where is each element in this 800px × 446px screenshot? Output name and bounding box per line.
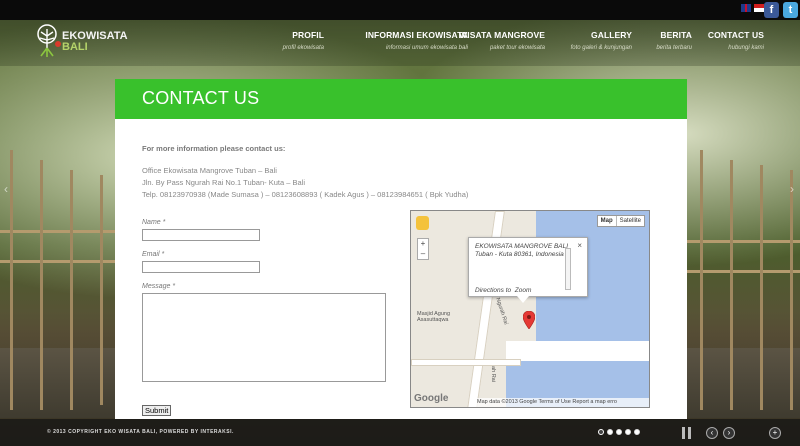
mosque-label: Masjid Agung Asasuttaqwa: [417, 311, 451, 323]
name-label: Name *: [142, 219, 166, 226]
email-field[interactable]: [142, 261, 260, 273]
prev-button[interactable]: ‹: [706, 427, 718, 439]
expand-button[interactable]: +: [769, 427, 781, 439]
office-name: Office Ekowisata Mangrove Tuban – Bali: [142, 166, 277, 175]
logo-line2: BALI: [62, 41, 88, 53]
road-label-2: ah Rai: [489, 366, 496, 382]
nav-informasi-sub: informasi umum ekowisata bali: [385, 45, 468, 51]
nav-profil-title: PROFIL: [292, 30, 324, 40]
slider-dots: [598, 429, 640, 435]
office-address: Jln. By Pass Ngurah Rai No.1 Tuban- Kuta…: [142, 178, 306, 187]
info-place-address: Tuban - Kuta 80361, Indonesia: [475, 251, 564, 258]
nav-contact-title: CONTACT US: [707, 30, 764, 40]
directions-link[interactable]: Directions to: [475, 287, 511, 294]
contact-heading: For more information please contact us:: [142, 144, 286, 153]
slider-dot[interactable]: [598, 429, 604, 435]
info-place-name: EKOWISATA MANGROVE BALI: [475, 243, 569, 250]
main-header: EKOWISATA BALI PROFIL profil ekowisata I…: [0, 20, 800, 66]
location-map[interactable]: + – Map Satellite Masjid Agung Asasuttaq…: [410, 210, 650, 408]
nav-wisata-sub: paket tour ekowisata: [489, 45, 545, 51]
page-title: CONTACT US: [142, 88, 260, 108]
message-label: Message *: [142, 283, 176, 290]
map-road-2: [411, 359, 521, 366]
nav-informasi-ekowisata[interactable]: INFORMASI EKOWISATA informasi umum ekowi…: [365, 30, 468, 51]
slider-dot[interactable]: [634, 429, 640, 435]
copyright-text: © 2013 COPYRIGHT EKO WISATA BALI, POWERE…: [47, 429, 234, 435]
zoom-control: + –: [417, 238, 429, 260]
nav-contact-us[interactable]: CONTACT US hubungi kami: [708, 30, 764, 51]
uk-flag-icon[interactable]: [741, 4, 751, 12]
name-field[interactable]: [142, 229, 260, 241]
twitter-icon[interactable]: t: [783, 2, 798, 18]
slider-dot[interactable]: [616, 429, 622, 435]
slider-prev-arrow-icon[interactable]: ‹: [4, 182, 8, 196]
contact-info: For more information please contact us: …: [142, 143, 468, 201]
info-scrollbar[interactable]: [565, 248, 571, 290]
submit-button[interactable]: Submit: [142, 405, 172, 416]
map-type-satellite-button[interactable]: Satellite: [617, 216, 644, 226]
map-marker-icon[interactable]: [523, 311, 535, 329]
nav-profil-sub: profil ekowisata: [282, 45, 324, 51]
office-telp: Telp. 08123970938 (Made Sumasa ) – 08123…: [142, 190, 469, 199]
zoom-in-button[interactable]: +: [418, 239, 428, 249]
nav-gallery[interactable]: GALLERY foto galeri & kunjungan: [571, 30, 632, 51]
nav-wisata-title: WISATA MANGROVE: [459, 30, 545, 40]
email-label: Email *: [142, 251, 165, 258]
contact-form: Name * Email * Message *: [142, 219, 392, 382]
info-links: Directions to Zoom: [475, 287, 531, 294]
map-pier: [506, 341, 649, 361]
info-window-text: EKOWISATA MANGROVE BALI Tuban - Kuta 803…: [475, 243, 575, 259]
pause-icon[interactable]: [682, 427, 692, 439]
facebook-icon[interactable]: f: [764, 2, 779, 18]
site-logo[interactable]: EKOWISATA BALI: [32, 22, 132, 64]
map-type-map-button[interactable]: Map: [598, 216, 617, 226]
map-info-window: EKOWISATA MANGROVE BALI Tuban - Kuta 803…: [468, 237, 588, 303]
slider-dot[interactable]: [625, 429, 631, 435]
close-icon[interactable]: ×: [577, 241, 582, 250]
nav-berita-sub: berita terbaru: [656, 45, 692, 51]
nav-contact-sub: hubungi kami: [728, 45, 764, 51]
zoom-out-button[interactable]: –: [418, 249, 428, 259]
contact-card: For more information please contact us: …: [115, 119, 687, 419]
nav-gallery-title: GALLERY: [591, 30, 632, 40]
top-bar: f t: [0, 0, 800, 20]
slider-dot[interactable]: [607, 429, 613, 435]
map-footer: Map data ©2013 Google Terms of Use Repor…: [473, 398, 649, 407]
next-button[interactable]: ›: [723, 427, 735, 439]
site-footer: © 2013 COPYRIGHT EKO WISATA BALI, POWERE…: [0, 419, 800, 446]
mangrove-tree-icon: [37, 24, 61, 57]
nav-wisata-mangrove[interactable]: WISATA MANGROVE paket tour ekowisata: [459, 30, 545, 51]
nav-berita-title: BERITA: [660, 30, 692, 40]
indonesia-flag-icon[interactable]: [754, 4, 764, 12]
slider-next-arrow-icon[interactable]: ›: [790, 182, 794, 196]
pegman-icon[interactable]: [416, 216, 429, 230]
zoom-link[interactable]: Zoom: [515, 287, 532, 294]
page-header-band: CONTACT US: [115, 79, 687, 119]
map-type-control: Map Satellite: [596, 215, 645, 227]
nav-berita[interactable]: BERITA berita terbaru: [656, 30, 692, 51]
google-logo: Google: [414, 393, 449, 404]
message-field[interactable]: [142, 293, 386, 382]
nav-gallery-sub: foto galeri & kunjungan: [570, 45, 632, 51]
nav-informasi-title: INFORMASI EKOWISATA: [365, 30, 468, 40]
nav-profil[interactable]: PROFIL profil ekowisata: [283, 30, 324, 51]
